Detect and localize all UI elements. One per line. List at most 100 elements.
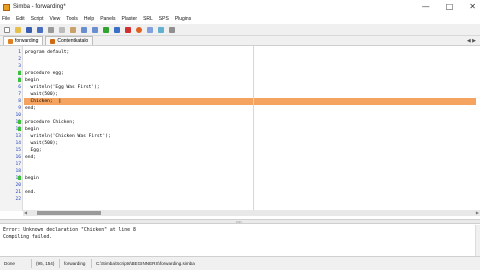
scroll-right-icon[interactable]: ▶ [476,210,479,216]
menu-script[interactable]: Script [31,16,44,22]
stop-icon[interactable] [124,26,132,34]
menu-file[interactable]: File [2,16,10,22]
code-line: wait(500); [25,92,59,97]
code-line: Chicken; [25,99,53,104]
color-picker-icon[interactable] [146,26,154,34]
run-icon[interactable] [102,26,110,34]
tab-scroll-arrows-icon[interactable]: ◀ ▶ [467,38,476,44]
line-number: 3 [18,64,21,69]
error-line-highlight [24,98,476,105]
output-line: Error: Unknown declaration "Chicken" at … [3,228,136,233]
code-line: begin [25,176,39,181]
code-line: program default; [25,50,70,55]
target-icon[interactable] [135,26,143,34]
tab-bar: forwarding Contentkatalo ◀ ▶ [0,36,480,46]
output-vertical-scrollbar[interactable] [475,225,480,256]
panel-splitter[interactable]: •••• [0,219,480,224]
line-number-gutter: 12345678910111213141516171819202122 [0,46,23,211]
pause-icon[interactable] [113,26,121,34]
simba-window: Simba - forwarding* — □ ✕ File Edit Scri… [0,0,480,270]
copy-icon[interactable] [58,26,66,34]
menu-bar: File Edit Script View Tools Help Panels … [0,14,480,24]
fold-marker-icon[interactable] [18,127,21,131]
debug-output[interactable]: Error: Unknown declaration "Chicken" at … [0,225,480,256]
splitter-grip-icon[interactable]: •••• [236,220,242,224]
simba-app-icon [3,3,10,11]
menu-help[interactable]: Help [84,16,94,22]
output-line: Compiling failed. [3,235,53,240]
fold-marker-icon[interactable] [18,78,21,82]
code-line: begin [25,78,39,83]
menu-srl[interactable]: SRL [143,16,153,22]
scrollbar-thumb[interactable] [37,211,101,215]
line-number: 1 [18,50,21,55]
title-bar: Simba - forwarding* — □ ✕ [0,0,480,14]
menu-sps[interactable]: SPS [159,16,169,22]
status-cursor-position: (95, 154) [32,259,60,268]
fold-marker-icon[interactable] [18,120,21,124]
new-file-icon[interactable] [3,26,11,34]
code-line: end. [25,190,37,195]
window-controls: — □ ✕ [422,2,476,11]
code-line: writeln('Egg Was First'); [25,85,100,90]
cut-icon[interactable] [47,26,55,34]
code-line: writeln('Chicken Was First'); [25,134,111,139]
line-number: 20 [15,183,21,188]
line-number: 10 [15,113,21,118]
menu-view[interactable]: View [49,16,60,22]
save-icon[interactable] [25,26,33,34]
save-all-icon[interactable] [36,26,44,34]
line-number: 2 [18,57,21,62]
menu-plaster[interactable]: Plaster [122,16,138,22]
line-number: 13 [15,134,21,139]
menu-tools[interactable]: Tools [66,16,78,22]
status-script-name: forwarding [60,259,92,268]
fold-marker-icon[interactable] [18,71,21,75]
line-number: 6 [18,85,21,90]
line-number: 16 [15,155,21,160]
line-number: 14 [15,141,21,146]
code-line: begin [25,127,39,132]
code-line: wait(500); [25,141,59,146]
status-mode: Done [0,259,32,268]
scroll-left-icon[interactable]: ◀ [24,210,27,216]
script-file-icon [50,38,56,44]
line-number: 9 [18,106,21,111]
minimize-icon[interactable]: — [422,2,430,11]
toolbar [0,24,480,36]
code-line: procedure egg; [25,71,64,76]
tab-forwarding[interactable]: forwarding [3,36,44,45]
tab-contentkatalo[interactable]: Contentkatalo [45,36,94,45]
redo-icon[interactable] [91,26,99,34]
code-line: Egg; [25,148,42,153]
close-icon[interactable]: ✕ [469,2,476,11]
menu-panels[interactable]: Panels [100,16,115,22]
line-number: 8 [18,99,21,104]
undo-icon[interactable] [80,26,88,34]
tab-label: forwarding [15,38,39,44]
line-number: 22 [15,197,21,202]
text-cursor-icon: I [59,98,61,105]
script-file-icon [8,38,13,44]
window-select-icon[interactable] [157,26,165,34]
status-file-path: C:\Simba\Scripts\BEGINNERS\forwarding.si… [96,261,195,266]
menu-edit[interactable]: Edit [16,16,25,22]
line-number: 7 [18,92,21,97]
open-folder-icon[interactable] [14,26,22,34]
line-number: 15 [15,148,21,153]
line-number: 21 [15,190,21,195]
tab-label: Contentkatalo [57,38,89,44]
horizontal-scrollbar[interactable]: ◀ ▶ [23,210,480,216]
maximize-icon[interactable]: □ [446,2,454,11]
paste-icon[interactable] [69,26,77,34]
line-number: 18 [15,169,21,174]
code-line: end; [25,106,37,111]
right-margin-line [253,46,254,211]
status-bar: Done (95, 154) forwarding C:\Simba\Scrip… [0,256,480,270]
fold-marker-icon[interactable] [18,176,21,180]
code-editor[interactable]: 12345678910111213141516171819202122 prog… [0,46,480,216]
code-line: end; [25,155,37,160]
menu-plugins[interactable]: Plugins [175,16,191,22]
settings-icon[interactable] [168,26,176,34]
line-number: 17 [15,162,21,167]
